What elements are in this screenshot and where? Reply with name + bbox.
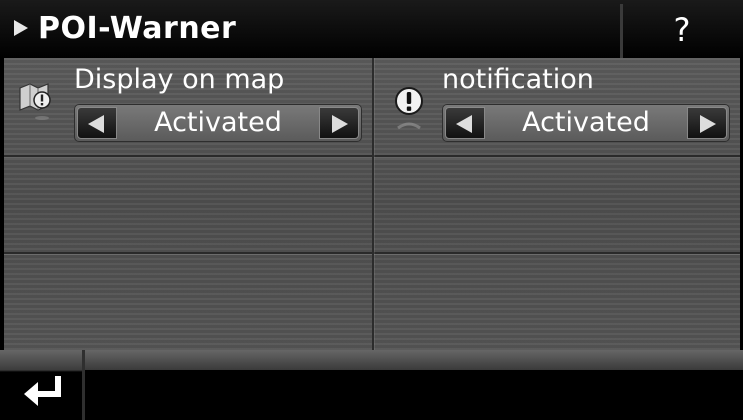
notification-prev-button[interactable] [445, 107, 485, 139]
arrow-right-icon [700, 115, 716, 133]
poi-warner-screen: POI-Warner ? Display on map Activated no… [0, 0, 743, 420]
poi-map-icon [19, 83, 51, 120]
notification-label: notification [442, 64, 594, 95]
arrow-left-icon [88, 115, 104, 133]
title-arrow-icon [14, 20, 28, 36]
header-bar: POI-Warner ? [0, 0, 743, 58]
notification-value: Activated [522, 107, 650, 138]
display-on-map-selector: Activated [74, 104, 362, 142]
display-on-map-next-button[interactable] [319, 107, 359, 139]
settings-panel: Display on map Activated notification Ac… [4, 58, 740, 350]
page-title: POI-Warner [38, 11, 237, 46]
back-button[interactable] [0, 350, 82, 420]
display-on-map-value: Activated [154, 107, 282, 138]
footer-bar [0, 350, 743, 420]
notification-selector: Activated [442, 104, 730, 142]
column-divider [372, 58, 374, 350]
notification-next-button[interactable] [687, 107, 727, 139]
warning-icon [395, 87, 423, 130]
help-button[interactable]: ? [624, 0, 740, 58]
display-on-map-prev-button[interactable] [77, 107, 117, 139]
arrow-right-icon [332, 115, 348, 133]
return-arrow-icon [24, 376, 61, 406]
footer-divider [82, 350, 85, 420]
arrow-left-icon [456, 115, 472, 133]
footer-band [0, 350, 743, 370]
header-divider [620, 4, 623, 58]
display-on-map-label: Display on map [74, 64, 285, 95]
